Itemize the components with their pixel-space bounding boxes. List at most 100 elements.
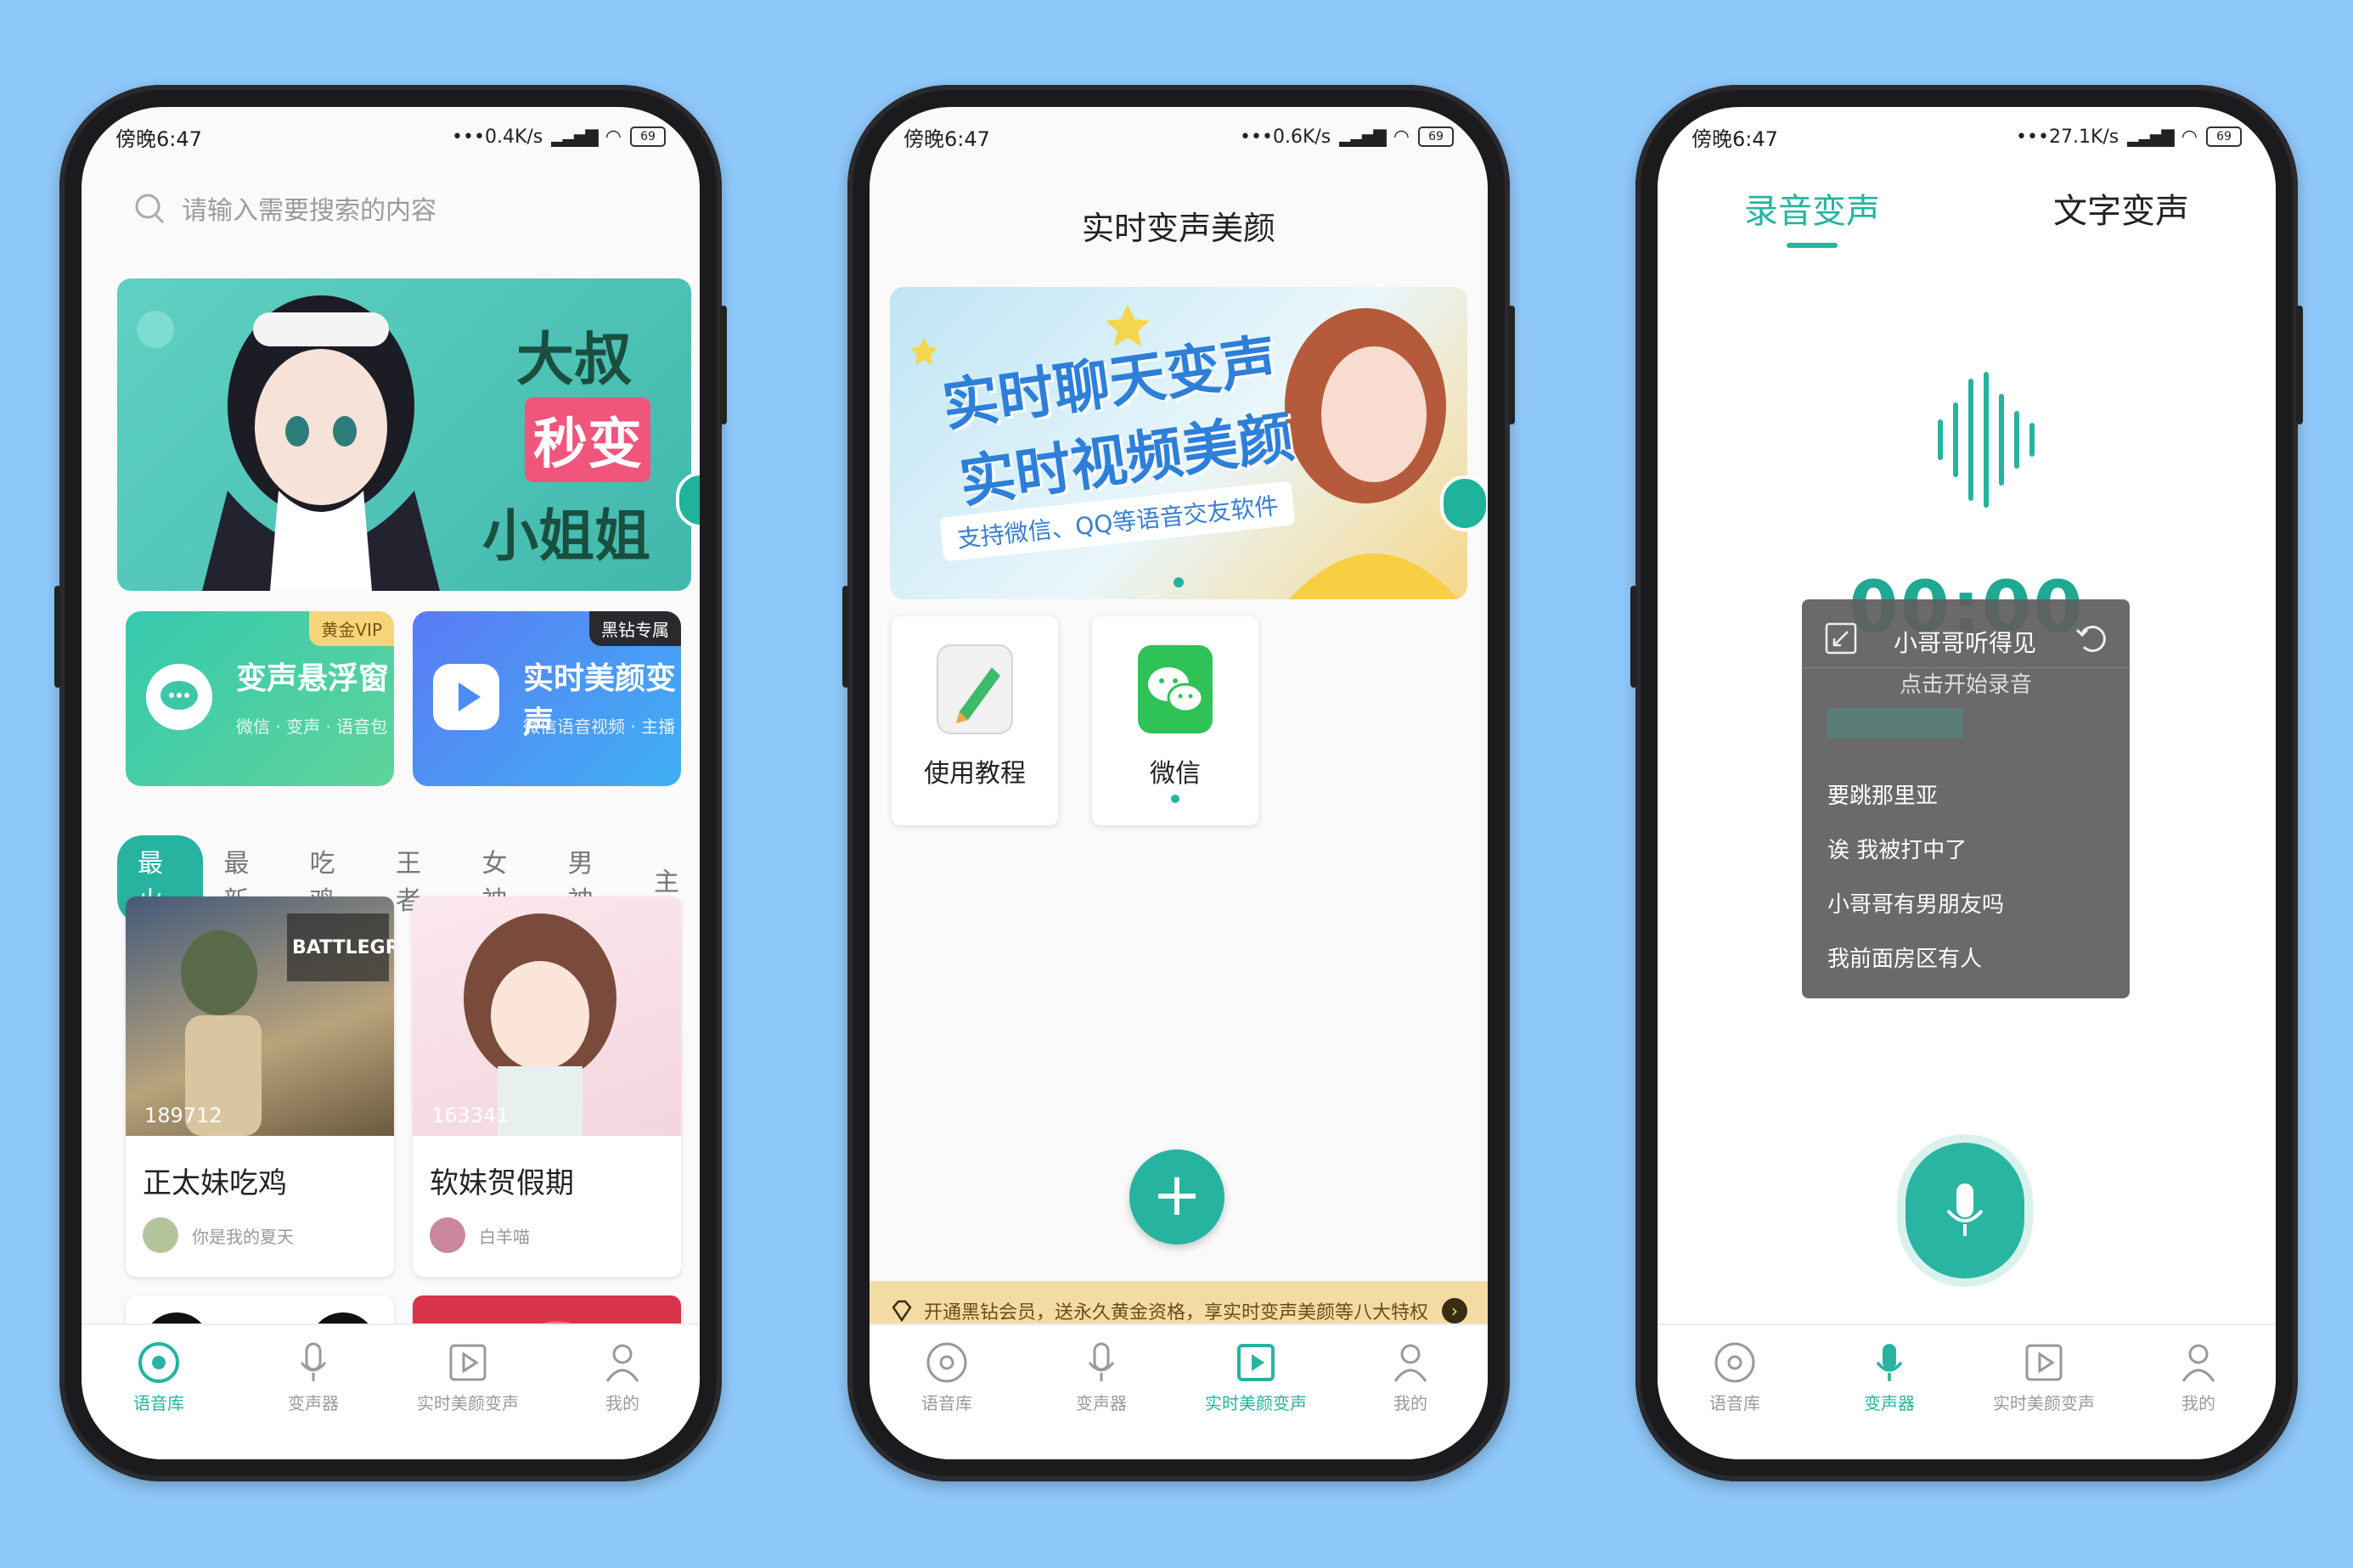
tab-me[interactable]: 我的 (2121, 1340, 2276, 1414)
status-bar: 傍晚6:47 •••0.4K/s ▂▃▅▇ ◠ 69 (82, 107, 700, 166)
user-icon (1393, 1344, 1427, 1382)
list-item[interactable]: 诶 我被打中了 (1827, 823, 2004, 878)
banner-line3: 小姐姐 (482, 503, 650, 569)
wifi-icon: ◠ (605, 126, 622, 148)
volume-button (842, 586, 849, 688)
avatar (143, 1217, 178, 1253)
microphone-icon (1088, 1342, 1115, 1381)
tab-record-voice[interactable]: 录音变声 (1744, 183, 1880, 248)
wifi-icon: ◠ (2181, 126, 2198, 148)
list-item[interactable]: 我前面房区有人 (1827, 932, 2004, 986)
popup-header: 小哥哥听得见 (1802, 599, 2130, 668)
tab-text-voice[interactable]: 文字变声 (2053, 183, 2189, 233)
signal-icon: ▂▃▅▇ (1339, 126, 1387, 147)
mode-tabs: 录音变声 文字变声 (1658, 183, 2276, 248)
card-title: 变声悬浮窗 (236, 661, 390, 696)
tab-voice-library[interactable]: 语音库 (82, 1340, 236, 1414)
status-time: 傍晚6:47 (1692, 126, 1778, 151)
add-button[interactable]: + (1129, 1149, 1224, 1245)
page-title: 实时变声美颜 (1081, 210, 1275, 247)
phone-voice-recorder: 傍晚6:47 •••27.1K/s ▂▃▅▇ ◠ 69 录音变声 文字变声 00… (1630, 85, 2303, 1481)
network-speed: •••0.6K/s (1240, 126, 1331, 148)
play-count: 189712 (144, 1104, 222, 1127)
tile-image: 163341 (413, 896, 681, 1136)
pencil-icon (937, 644, 1013, 734)
vip-promo-text: 开通黑钻会员，送永久黄金资格，享实时变声美颜等八大特权 (924, 1302, 1429, 1324)
wechat-icon (1138, 645, 1213, 733)
function-label: 使用教程 (924, 759, 1026, 789)
power-button (1508, 306, 1515, 424)
screen: 傍晚6:47 •••27.1K/s ▂▃▅▇ ◠ 69 录音变声 文字变声 00… (1658, 107, 2276, 1459)
list-item[interactable]: 小哥哥有男朋友吗 (1827, 878, 2004, 932)
carousel-indicator (1174, 577, 1184, 587)
tab-me[interactable]: 我的 (1333, 1340, 1488, 1414)
banner-carousel[interactable]: 实时聊天变声 实时视频美颜 支持微信、QQ等语音交友软件 (890, 287, 1467, 599)
voice-tile[interactable]: 163341 软妹贺假期 白羊喵 (413, 896, 681, 1277)
sound-library-icon (926, 1342, 967, 1383)
function-label: 微信 (1150, 759, 1201, 789)
record-hint: 点击开始录音 (1899, 672, 2032, 698)
play-count: 163341 (431, 1104, 509, 1127)
signal-icon: ▂▃▅▇ (551, 126, 599, 147)
screen: 傍晚6:47 •••0.4K/s ▂▃▅▇ ◠ 69 请输入需要搜索的内容 大叔… (82, 107, 700, 1459)
battery-icon: 69 (630, 126, 666, 147)
volume-button (1630, 586, 1637, 688)
popup-title: 小哥哥听得见 (1894, 629, 2037, 657)
diamond-icon (892, 1300, 912, 1323)
tab-realtime-beauty[interactable]: 实时美颜变声 (1967, 1340, 2121, 1414)
banner-carousel[interactable]: 大叔 秒变 小姐姐 (117, 278, 691, 591)
tile-user: 白羊喵 (430, 1217, 530, 1253)
active-dot (1171, 795, 1179, 803)
bottom-tab-bar: 语音库 变声器 实时美颜变声 我的 (1658, 1324, 2276, 1459)
bottom-tab-bar: 语音库 变声器 实时美颜变声 我的 (870, 1324, 1488, 1459)
tab-voice-changer[interactable]: 变声器 (1812, 1340, 1967, 1414)
status-time: 傍晚6:47 (903, 126, 990, 151)
sound-library-icon (1714, 1342, 1755, 1383)
function-wechat[interactable]: 微信 (1092, 616, 1258, 825)
tab-voice-library[interactable]: 语音库 (870, 1340, 1024, 1414)
search-bar[interactable]: 请输入需要搜索的内容 (132, 178, 666, 238)
status-bar: 傍晚6:47 •••0.6K/s ▂▃▅▇ ◠ 69 (870, 107, 1488, 166)
play-icon (449, 1344, 487, 1381)
list-item[interactable]: 要跳那里亚 (1827, 769, 2004, 823)
search-input[interactable]: 请输入需要搜索的内容 (182, 189, 436, 227)
tile-user: 你是我的夏天 (143, 1217, 294, 1253)
status-bar: 傍晚6:47 •••27.1K/s ▂▃▅▇ ◠ 69 (1658, 107, 2276, 166)
volume-button (54, 586, 61, 688)
tile-title: 软妹贺假期 (430, 1166, 574, 1200)
battery-icon: 69 (2206, 126, 2242, 147)
banner-line1: 大叔 (516, 327, 633, 394)
tile-art-text: BATTLEGROUNDS (292, 937, 394, 958)
collapse-icon[interactable] (1824, 621, 1858, 655)
avatar (430, 1217, 465, 1253)
tab-realtime-beauty[interactable]: 实时美颜变声 (1179, 1340, 1333, 1414)
card-voice-float-window[interactable]: 黄金VIP 变声悬浮窗 微信 · 变声 · 语音包 (126, 611, 394, 786)
record-button[interactable] (1905, 1143, 2024, 1279)
phone-voice-library: 傍晚6:47 •••0.4K/s ▂▃▅▇ ◠ 69 请输入需要搜索的内容 大叔… (54, 85, 727, 1481)
wifi-icon: ◠ (1393, 126, 1410, 148)
tile-title: 正太妹吃鸡 (143, 1166, 287, 1200)
floating-phrase-window[interactable]: 小哥哥听得见 点击开始录音 要跳那里亚 诶 我被打中了 小哥哥有男朋友吗 我前面… (1802, 599, 2130, 998)
tab-me[interactable]: 我的 (545, 1340, 700, 1414)
undo-icon[interactable] (2074, 621, 2108, 655)
function-tutorial[interactable]: 使用教程 (892, 616, 1058, 825)
tab-voice-changer[interactable]: 变声器 (236, 1340, 391, 1414)
card-subtitle: 微信语音视频 · 主播 (523, 717, 676, 737)
floating-ball-icon[interactable] (1440, 475, 1488, 531)
signal-icon: ▂▃▅▇ (2127, 126, 2175, 147)
battery-icon: 69 (1418, 126, 1454, 147)
search-icon (135, 194, 165, 224)
sound-library-icon (138, 1342, 179, 1383)
voice-tile[interactable]: BATTLEGROUNDS 189712 正太妹吃鸡 你是我的夏天 (126, 896, 394, 1277)
tab-voice-changer[interactable]: 变声器 (1024, 1340, 1179, 1414)
tab-voice-library[interactable]: 语音库 (1658, 1340, 1812, 1414)
tab-realtime-beauty[interactable]: 实时美颜变声 (391, 1340, 545, 1414)
user-icon (2181, 1344, 2215, 1382)
status-time: 傍晚6:47 (115, 126, 202, 151)
card-realtime-beauty-voice[interactable]: 黑钻专属 实时美颜变声 微信语音视频 · 主播 (413, 611, 681, 786)
user-icon (605, 1344, 639, 1382)
play-icon (1237, 1344, 1275, 1381)
chevron-right-icon[interactable]: › (1442, 1298, 1467, 1324)
sound-wave-icon (1938, 372, 2035, 508)
screen: 傍晚6:47 •••0.6K/s ▂▃▅▇ ◠ 69 实时变声美颜 实时聊天变声… (870, 107, 1488, 1459)
